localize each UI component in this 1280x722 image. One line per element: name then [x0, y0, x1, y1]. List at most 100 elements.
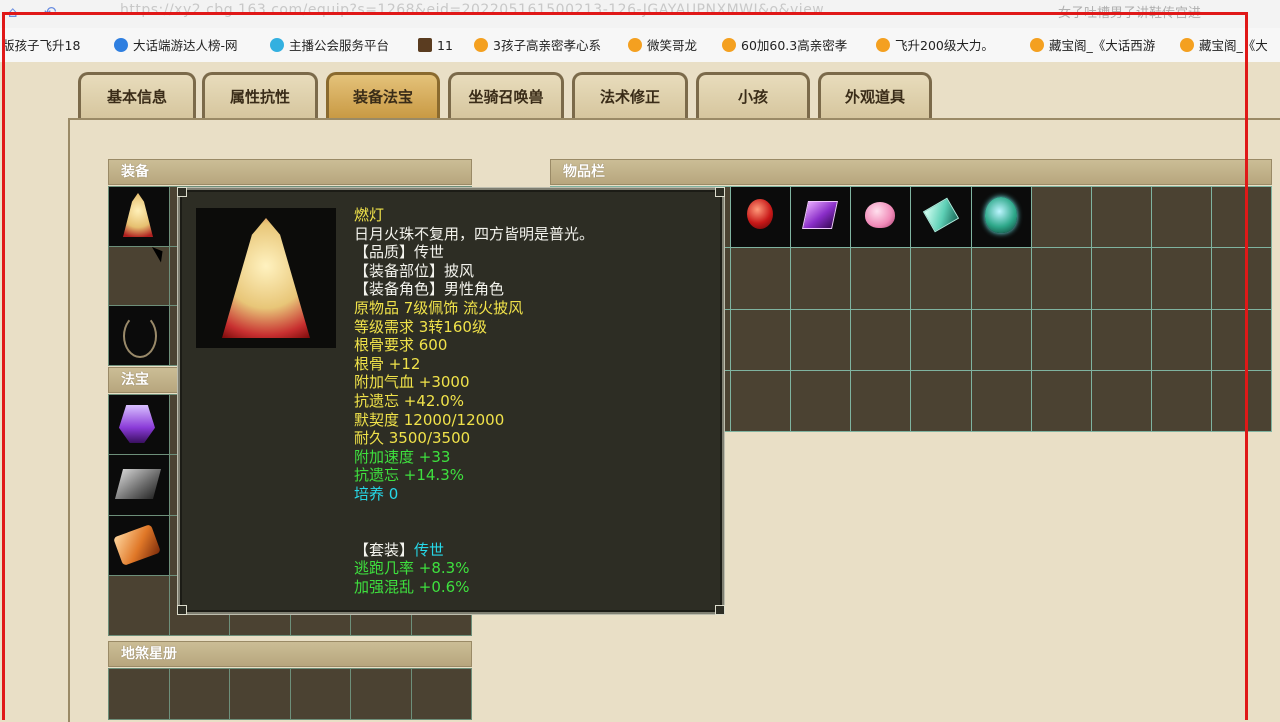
inventory-slot[interactable] [910, 247, 972, 310]
site-icon [114, 38, 128, 52]
inventory-slot[interactable] [730, 369, 792, 433]
inventory-slot[interactable] [1030, 185, 1092, 249]
inventory-slot[interactable] [970, 185, 1032, 249]
inventory-slot[interactable] [730, 308, 792, 371]
item-attr: 附加速度 +33 [354, 447, 451, 466]
fabao-slot[interactable] [108, 514, 170, 576]
inventory-slot[interactable] [850, 185, 912, 249]
inventory-slot[interactable] [1030, 247, 1092, 310]
tab-mounts[interactable]: 坐骑召唤兽 [448, 72, 564, 118]
inventory-slot[interactable] [1210, 369, 1272, 433]
fabao-slot[interactable] [108, 393, 170, 456]
bookmark-item[interactable]: 飞升200级大力。 [876, 36, 994, 56]
inventory-slot[interactable] [1090, 185, 1152, 249]
inventory-slot[interactable] [910, 308, 972, 371]
item-attr: 抗遗忘 +14.3% [354, 466, 464, 485]
inventory-slot[interactable] [850, 369, 912, 433]
item-attr: 耐久 3500/3500 [354, 429, 471, 448]
inventory-slot[interactable] [1090, 369, 1152, 433]
purple-fabao-icon [119, 405, 155, 443]
chick-icon [1030, 38, 1044, 52]
news-text[interactable]: 女子吐槽男子讲鞋传宫进 [1058, 2, 1201, 21]
address-input[interactable]: https://xy2.cbg.163.com/equip?s=1268&eid… [120, 2, 824, 18]
bookmark-label: 藏宝阁_《大 [1199, 38, 1268, 53]
item-attr: 培养 0 [354, 484, 399, 503]
tab-appearance[interactable]: 外观道具 [818, 72, 932, 118]
tab-child[interactable]: 小孩 [696, 72, 810, 118]
equipment-header: 装备 [108, 159, 472, 185]
inventory-slot[interactable] [1030, 369, 1092, 433]
fabao-slot[interactable] [108, 574, 170, 637]
item-attr: 【品质】传世 [354, 243, 445, 262]
inventory-slot[interactable] [970, 369, 1032, 433]
bookmark-item[interactable]: 主播公会服务平台 [270, 36, 389, 56]
bookmark-item[interactable]: 藏宝阁_《大 [1180, 36, 1268, 56]
inventory-slot[interactable] [1090, 247, 1152, 310]
fabao-slot[interactable] [108, 454, 170, 516]
inventory-slot[interactable] [1150, 308, 1212, 371]
inventory-slot[interactable] [970, 247, 1032, 310]
item-description: 日月火珠不复用，四方皆明是普光。 [354, 224, 595, 243]
tooltip-corner [177, 605, 187, 615]
inventory-slot[interactable] [1210, 247, 1272, 310]
inventory-slot[interactable] [970, 308, 1032, 371]
disha-slot[interactable] [410, 668, 472, 720]
item-image [196, 208, 336, 348]
inventory-slot[interactable] [1150, 185, 1212, 249]
home-icon[interactable]: ⌂ [8, 3, 18, 21]
inventory-slot[interactable] [790, 308, 852, 371]
item-attr: 根骨要求 600 [354, 336, 448, 355]
back-icon[interactable]: ↶ [44, 3, 57, 21]
inventory-slot[interactable] [1090, 308, 1152, 371]
chick-icon [876, 38, 890, 52]
chick-icon [474, 38, 488, 52]
inventory-slot[interactable] [1210, 308, 1272, 371]
equip-slot[interactable] [108, 186, 170, 247]
equip-slot[interactable] [108, 305, 170, 366]
inventory-slot[interactable] [910, 185, 972, 249]
disha-grid [108, 668, 472, 720]
inventory-slot[interactable] [850, 247, 912, 310]
red-gem-icon [747, 199, 774, 229]
game-icon [418, 38, 432, 52]
item-attr: 附加气血 +3000 [354, 373, 470, 392]
inventory-header: 物品栏 [550, 159, 1272, 185]
disha-slot[interactable] [108, 668, 170, 720]
item-attr: 默契度 12000/12000 [354, 410, 505, 429]
bookmark-item[interactable]: 微笑哥龙 [628, 36, 697, 56]
disha-slot[interactable] [289, 668, 351, 720]
bookmark-item[interactable]: 藏宝阁_《大话西游 [1030, 36, 1155, 56]
inventory-slot[interactable] [910, 369, 972, 433]
set-label: 【套装】 [354, 540, 415, 559]
disha-slot[interactable] [168, 668, 230, 720]
inventory-slot[interactable] [790, 185, 852, 249]
inventory-slot[interactable] [790, 247, 852, 310]
orange-fabao-icon [113, 523, 161, 566]
heart-gem-icon [865, 202, 896, 228]
bookmark-item[interactable]: 11 [418, 36, 453, 56]
inventory-slot[interactable] [850, 308, 912, 371]
bookmark-item[interactable]: 版孩子飞升18 [2, 36, 80, 56]
tooltip-corner [715, 187, 725, 197]
inventory-slot[interactable] [790, 369, 852, 433]
bookmark-item[interactable]: 60加60.3高亲密孝 [722, 36, 847, 56]
cloak-icon [222, 218, 310, 338]
disha-slot[interactable] [350, 668, 412, 720]
inventory-slot[interactable] [1150, 369, 1212, 433]
inventory-slot[interactable] [730, 247, 792, 310]
tooltip-corner [715, 605, 725, 615]
inventory-slot[interactable] [1210, 185, 1272, 249]
inventory-slot[interactable] [1030, 308, 1092, 371]
bookmark-item[interactable]: 大话端游达人榜-网 [114, 36, 238, 56]
tab-spells[interactable]: 法术修正 [572, 72, 688, 118]
item-attr: 等级需求 3转160级 [354, 317, 487, 336]
disha-header: 地煞星册 [108, 641, 472, 667]
bookmark-item[interactable]: 3孩子高亲密孝心系 [474, 36, 601, 56]
disha-slot[interactable] [229, 668, 291, 720]
tab-basic-info[interactable]: 基本信息 [78, 72, 196, 118]
inventory-slot[interactable] [730, 185, 792, 249]
inventory-slot[interactable] [1150, 247, 1212, 310]
tab-equipment[interactable]: 装备法宝 [326, 72, 440, 118]
tab-attributes[interactable]: 属性抗性 [202, 72, 318, 118]
